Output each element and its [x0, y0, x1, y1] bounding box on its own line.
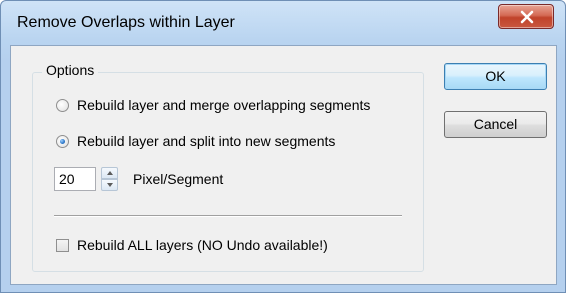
separator-line — [54, 215, 402, 217]
radio-split-indicator[interactable] — [56, 134, 69, 148]
close-button[interactable] — [498, 4, 554, 29]
spin-up-arrow-icon[interactable] — [101, 167, 118, 179]
title-bar[interactable]: Remove Overlaps within Layer — [1, 1, 565, 45]
pixel-segment-spinner[interactable] — [101, 167, 118, 191]
spin-down-arrow-icon[interactable] — [101, 179, 118, 191]
close-x-icon — [520, 10, 534, 24]
radio-merge-indicator[interactable] — [56, 98, 69, 112]
pixel-segment-input[interactable]: 20 — [54, 167, 96, 191]
cancel-button[interactable]: Cancel — [444, 111, 547, 138]
window-title: Remove Overlaps within Layer — [17, 14, 235, 31]
rebuild-all-label: Rebuild ALL layers (NO Undo available!) — [77, 237, 328, 253]
options-group-label: Options — [42, 62, 99, 78]
radio-merge-segments[interactable]: Rebuild layer and merge overlapping segm… — [56, 97, 370, 113]
pixel-segment-label: Pixel/Segment — [133, 171, 224, 187]
radio-split-label: Rebuild layer and split into new segment… — [77, 133, 336, 149]
rebuild-all-checkbox[interactable] — [56, 238, 69, 252]
radio-split-segments[interactable]: Rebuild layer and split into new segment… — [56, 133, 335, 149]
checkbox-rebuild-all[interactable]: Rebuild ALL layers (NO Undo available!) — [56, 237, 328, 253]
ok-button[interactable]: OK — [444, 63, 547, 90]
radio-merge-label: Rebuild layer and merge overlapping segm… — [77, 97, 371, 113]
